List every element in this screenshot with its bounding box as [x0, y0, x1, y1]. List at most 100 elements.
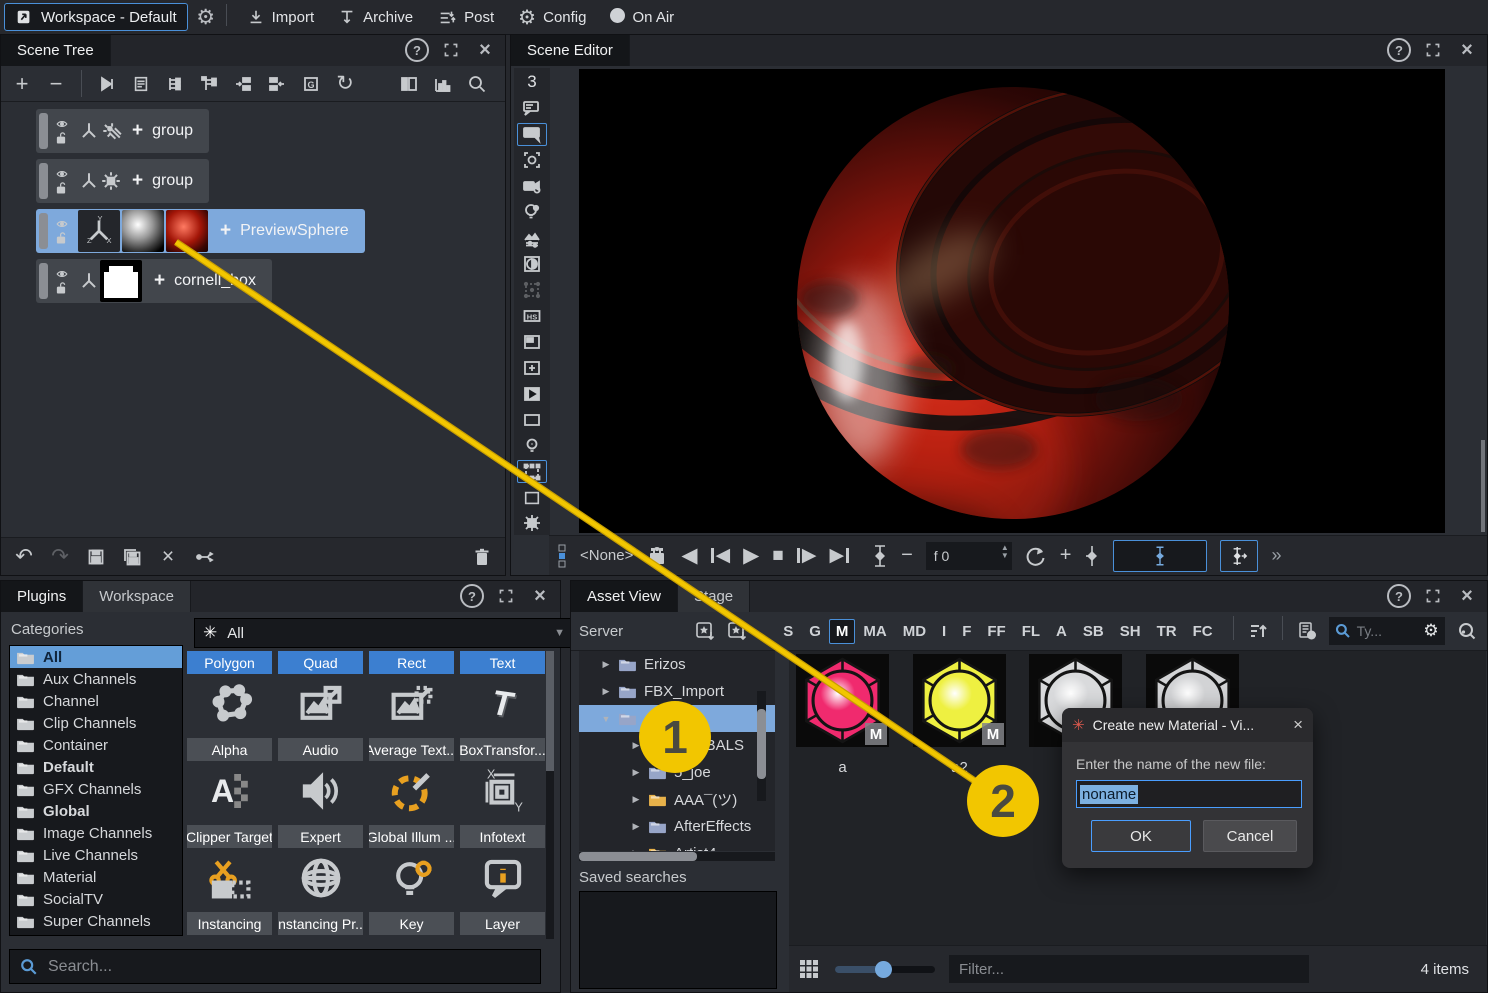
go-to-start-button[interactable]: ◀: [711, 544, 731, 567]
window-layout-icon[interactable]: [517, 330, 547, 353]
plugin-tile-polygon[interactable]: Polygon: [187, 651, 272, 734]
plugin-tile-infotext[interactable]: Infotext: [460, 825, 545, 908]
collapse-triangle-icon[interactable]: ▶: [631, 821, 641, 832]
type-filter-TR[interactable]: TR: [1149, 623, 1185, 640]
light-rays-icon[interactable]: [100, 120, 122, 142]
script-icon[interactable]: [130, 73, 152, 95]
lock-open-icon[interactable]: [54, 281, 70, 295]
trash-icon[interactable]: [471, 546, 493, 568]
tab-stage[interactable]: Stage: [678, 581, 750, 612]
axis-icon[interactable]: [78, 270, 100, 292]
plugin-tile-key[interactable]: Key: [369, 912, 454, 939]
plugin-tile-average-text-[interactable]: Average Text...: [369, 738, 454, 821]
add-keyframe-button[interactable]: +: [1060, 544, 1072, 567]
expand-plus-icon[interactable]: +: [220, 220, 231, 242]
lock-open-icon[interactable]: [54, 181, 70, 195]
bookmark-remove-icon[interactable]: [725, 619, 749, 643]
plugin-search-input[interactable]: Search...: [9, 949, 541, 984]
row-grab-handle[interactable]: [39, 213, 48, 249]
type-filter-FC[interactable]: FC: [1185, 623, 1221, 640]
camera-eye-icon[interactable]: [517, 175, 547, 198]
plugin-tile-layer[interactable]: Layer: [460, 912, 545, 939]
category-item-live-channels[interactable]: Live Channels: [10, 844, 182, 866]
category-item-global[interactable]: Global: [10, 800, 182, 822]
category-item-all[interactable]: All: [10, 646, 182, 668]
rect-empty-icon[interactable]: [517, 408, 547, 431]
row-grab-handle[interactable]: [39, 163, 48, 199]
plugin-grid-scrollbar[interactable]: [546, 651, 554, 939]
frame-spinner[interactable]: ▲▼: [1001, 544, 1009, 562]
tree-expand-icon[interactable]: [164, 73, 186, 95]
step-forward-button[interactable]: ▶: [797, 544, 817, 567]
maximize-icon[interactable]: [439, 38, 463, 62]
expand-triangle-icon[interactable]: ▼: [601, 714, 611, 724]
tree-scrollbar-vertical[interactable]: [757, 691, 766, 801]
plugin-tile-instancing-pr-[interactable]: Instancing Pr...: [278, 912, 363, 939]
category-item-socialtv[interactable]: SocialTV: [10, 888, 182, 910]
close-icon[interactable]: ×: [528, 584, 552, 608]
type-filter-MA[interactable]: MA: [855, 623, 894, 640]
plugin-tile-alpha[interactable]: AlphaA: [187, 738, 272, 821]
help-icon[interactable]: ?: [460, 584, 484, 608]
hs-icon[interactable]: HS: [517, 305, 547, 328]
plugin-tile-clipper-target[interactable]: Clipper Target: [187, 825, 272, 908]
close-icon[interactable]: ×: [1455, 584, 1479, 608]
row-grab-handle[interactable]: [39, 113, 48, 149]
category-item-clip-channels[interactable]: Clip Channels: [10, 712, 182, 734]
play-reverse-button[interactable]: ◀: [681, 543, 697, 568]
cancel-button[interactable]: Cancel: [1203, 820, 1297, 852]
plugin-tile-boxtransfor-[interactable]: BoxTransfor...XY: [460, 738, 545, 821]
plugin-tile-quad[interactable]: Quad: [278, 651, 363, 734]
type-filter-FF[interactable]: FF: [979, 623, 1013, 640]
menu-post[interactable]: Post: [425, 0, 506, 34]
type-filter-G[interactable]: G: [801, 623, 829, 640]
category-item-default[interactable]: Default: [10, 756, 182, 778]
frame-number-field[interactable]: f 0 ▲▼: [926, 542, 1012, 570]
plugin-tile-instancing[interactable]: Instancing: [187, 912, 272, 939]
mesh-icon[interactable]: [517, 279, 547, 302]
expand-plus-icon[interactable]: +: [132, 120, 143, 142]
bookmark-add-icon[interactable]: [693, 619, 717, 643]
plugin-tile-expert[interactable]: Expert: [278, 825, 363, 908]
play-button[interactable]: ▶: [743, 543, 759, 568]
tree-node-AfterEffects[interactable]: ▶AfterEffects: [579, 813, 775, 840]
texture-preview-thumbnail[interactable]: [166, 210, 208, 252]
type-filter-SH[interactable]: SH: [1112, 623, 1149, 640]
type-filter-I[interactable]: I: [934, 623, 954, 640]
tab-workspace[interactable]: Workspace: [83, 581, 191, 612]
asset-filter-input[interactable]: Filter...: [949, 955, 1309, 983]
scene-tree-node-PreviewSphere[interactable]: YZX+PreviewSphere: [36, 209, 365, 253]
comment-info-icon[interactable]: i: [517, 97, 547, 120]
type-filter-F[interactable]: F: [954, 623, 979, 640]
remove-keyframe-button[interactable]: −: [901, 544, 913, 567]
scene-settings-icon[interactable]: [517, 227, 547, 250]
axis-icon[interactable]: YZX: [78, 210, 120, 252]
axis-icon[interactable]: [78, 120, 100, 142]
collapse-triangle-icon[interactable]: ▶: [631, 767, 641, 778]
scene-tree-node-group[interactable]: +group: [36, 159, 209, 203]
tree-node-AAA¯(ツ)[interactable]: ▶AAA¯(ツ): [579, 786, 775, 813]
go-to-end-button[interactable]: ▶: [829, 544, 849, 567]
profile-chart-icon[interactable]: [517, 486, 547, 509]
refresh-icon[interactable]: ↻: [334, 73, 356, 95]
camera-select-icon[interactable]: [517, 149, 547, 172]
plugin-tile-text[interactable]: TextT: [460, 651, 545, 734]
visibility-eye-icon[interactable]: [54, 118, 70, 130]
ok-button[interactable]: OK: [1091, 820, 1191, 852]
transport-overflow-icon[interactable]: »: [1271, 545, 1281, 566]
collapse-triangle-icon[interactable]: ▶: [631, 794, 641, 805]
indent-icon[interactable]: [232, 73, 254, 95]
plugin-filter-dropdown[interactable]: ✳ All ▼: [194, 618, 574, 648]
collapse-triangle-icon[interactable]: ▶: [631, 848, 641, 851]
tab-plugins[interactable]: Plugins: [1, 581, 83, 612]
profile-chart-icon[interactable]: [432, 73, 454, 95]
grid-view-icon[interactable]: [797, 957, 821, 981]
bulb-icon[interactable]: [517, 434, 547, 457]
keyframe-lock-button[interactable]: [646, 545, 668, 567]
menu-archive[interactable]: Archive: [326, 0, 425, 34]
sort-icon[interactable]: [1246, 619, 1270, 643]
thumbnail-size-slider[interactable]: [835, 966, 935, 973]
visibility-eye-icon[interactable]: [54, 168, 70, 180]
container-g-icon[interactable]: G: [300, 73, 322, 95]
keyframe-next-icon[interactable]: [1084, 544, 1100, 568]
